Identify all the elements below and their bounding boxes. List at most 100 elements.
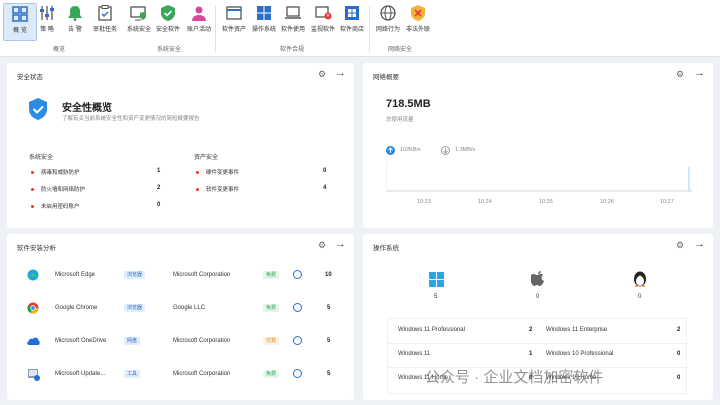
ribbon-button-label: 软件使用 bbox=[280, 27, 305, 33]
ribbon-security-software-button[interactable]: 安全软件 bbox=[151, 3, 185, 41]
dashboard-icon bbox=[12, 6, 28, 22]
arrow-right-icon[interactable]: → bbox=[694, 68, 705, 79]
network-total-value: 718.5MB bbox=[386, 98, 431, 110]
ribbon-group-label: 概览 bbox=[53, 47, 66, 53]
windows-logo-icon bbox=[429, 272, 444, 287]
arrow-right-icon[interactable]: → bbox=[335, 239, 346, 250]
asset-item-value: 4 bbox=[323, 185, 327, 191]
arrow-right-icon[interactable]: → bbox=[694, 239, 705, 250]
os-version-label: Windows 11 Enterprise bbox=[546, 327, 608, 333]
linux-penguin-icon bbox=[634, 271, 646, 287]
store-icon bbox=[345, 6, 359, 20]
status-ring-icon bbox=[293, 303, 302, 312]
status-ring-icon bbox=[293, 270, 302, 279]
chart-time-label: 10:27 bbox=[660, 199, 674, 205]
sys-item-label: 防火墙和网络防护 bbox=[41, 187, 86, 193]
ribbon-button-label: 策 略 bbox=[40, 27, 54, 33]
category-badge: 网盘 bbox=[124, 337, 141, 345]
os-version-value: 1 bbox=[529, 351, 533, 357]
software-vendor: Microsoft Corporation bbox=[173, 371, 231, 377]
user-icon bbox=[192, 6, 206, 21]
ribbon-toolbar: 概 览 策 略 告 警 审批任务 系统安全 安全软件 账户活动 软件资产 操作系… bbox=[0, 0, 720, 57]
ribbon-button-label: 网络行为 bbox=[375, 27, 400, 33]
ribbon-button-label: 监视软件 bbox=[310, 27, 335, 33]
shield-cross-icon bbox=[411, 5, 425, 21]
ribbon-button-label: 操作系统 bbox=[251, 27, 276, 33]
system-security-header: 系统安全 bbox=[29, 155, 54, 161]
software-row[interactable]: Microsoft Edge 浏览器 Microsoft Corporation… bbox=[7, 264, 354, 288]
panel-title: 安全状态 bbox=[17, 74, 43, 81]
software-row[interactable]: Microsoft Update... 工具 Microsoft Corpora… bbox=[7, 363, 354, 387]
linux-count: 0 bbox=[638, 294, 642, 300]
gear-icon[interactable]: ⚙ bbox=[318, 241, 326, 250]
onedrive-icon bbox=[27, 337, 40, 345]
sys-item-value: 2 bbox=[157, 185, 161, 191]
software-name: Microsoft Edge bbox=[55, 272, 96, 278]
software-name: Microsoft Update... bbox=[55, 371, 106, 377]
ribbon-alert-button[interactable]: 告 警 bbox=[58, 3, 92, 41]
software-name: Google Chrome bbox=[55, 305, 98, 311]
laptop-icon bbox=[285, 6, 301, 19]
ribbon-software-assets-button[interactable]: 软件资产 bbox=[217, 3, 251, 41]
sliders-icon bbox=[40, 6, 54, 20]
software-vendor: Microsoft Corporation bbox=[173, 272, 231, 278]
os-version-value: 0 bbox=[677, 375, 681, 381]
arrow-right-icon[interactable]: → bbox=[335, 68, 346, 79]
chart-time-label: 10:24 bbox=[478, 199, 492, 205]
status-dot bbox=[31, 171, 34, 174]
os-version-value: 2 bbox=[529, 327, 533, 333]
ribbon-approval-button[interactable]: 审批任务 bbox=[88, 3, 122, 41]
apple-logo-icon bbox=[531, 271, 544, 286]
ribbon-divider bbox=[215, 6, 216, 52]
monitor-alert-icon bbox=[315, 6, 332, 20]
sys-item-label: 病毒和威胁防护 bbox=[41, 170, 80, 176]
ribbon-button-label: 软件商店 bbox=[339, 27, 364, 33]
chrome-icon bbox=[27, 302, 39, 314]
software-vendor: Google LLC bbox=[173, 305, 206, 311]
globe-icon bbox=[380, 5, 396, 21]
ribbon-illegal-connection-button[interactable]: 非法外联 bbox=[401, 3, 435, 41]
install-count: 10 bbox=[325, 272, 332, 278]
network-summary-panel: 网络概要 ⚙ → 718.5MB 总使用流量 102KB/s 1.3MB/s 1… bbox=[363, 63, 713, 228]
upload-rate: 102KB/s bbox=[400, 147, 421, 153]
sys-item-value: 1 bbox=[157, 168, 161, 174]
os-version-value: 2 bbox=[677, 327, 681, 333]
license-badge: 免费 bbox=[263, 370, 280, 378]
install-count: 5 bbox=[327, 371, 331, 377]
gear-icon[interactable]: ⚙ bbox=[318, 70, 326, 79]
sys-item-value: 0 bbox=[157, 202, 161, 208]
software-row[interactable]: Google Chrome 浏览器 Google LLC 免费 5 bbox=[7, 297, 354, 321]
ribbon-software-store-button[interactable]: 软件商店 bbox=[335, 3, 369, 41]
windows-logo-icon bbox=[257, 6, 271, 20]
install-count: 5 bbox=[327, 305, 331, 311]
software-name: Microsoft OneDrive bbox=[55, 338, 107, 344]
sys-item-label: 未启用密码账户 bbox=[41, 204, 80, 210]
monitor-shield-icon bbox=[130, 6, 146, 21]
chart-time-label: 10:25 bbox=[539, 199, 553, 205]
edge-icon bbox=[27, 269, 39, 281]
software-install-panel: 软件安装分析 ⚙ → Microsoft Edge 浏览器 Microsoft … bbox=[7, 234, 354, 400]
ribbon-network-behavior-button[interactable]: 网络行为 bbox=[371, 3, 405, 41]
watermark-text: 公众号 · 企业文档加密软件 bbox=[425, 369, 604, 386]
ribbon-button-label: 告 警 bbox=[68, 27, 82, 33]
ribbon-software-usage-button[interactable]: 软件使用 bbox=[276, 3, 310, 41]
ribbon-group-label: 系统安全 bbox=[157, 47, 182, 53]
gear-icon[interactable]: ⚙ bbox=[676, 241, 684, 250]
update-icon bbox=[28, 369, 40, 381]
asset-item-label: 硬件变更事件 bbox=[206, 170, 240, 176]
security-status-panel: 安全状态 ⚙ → 安全性概览 了解有关当前系统安全性和资产变更情况的简短概要报告… bbox=[7, 63, 354, 228]
asset-security-header: 资产安全 bbox=[194, 155, 219, 161]
apple-count: 0 bbox=[536, 294, 540, 300]
software-row[interactable]: Microsoft OneDrive 网盘 Microsoft Corporat… bbox=[7, 330, 354, 354]
asset-item-value: 0 bbox=[323, 168, 327, 174]
status-ring-icon bbox=[293, 336, 302, 345]
ribbon-button-label: 系统安全 bbox=[126, 27, 151, 33]
license-badge: 付费 bbox=[263, 337, 280, 345]
upload-icon bbox=[386, 146, 395, 155]
ribbon-account-activity-button[interactable]: 账户活动 bbox=[182, 3, 216, 41]
gear-icon[interactable]: ⚙ bbox=[676, 70, 684, 79]
install-count: 5 bbox=[327, 338, 331, 344]
category-badge: 工具 bbox=[124, 370, 141, 378]
license-badge: 免费 bbox=[263, 271, 280, 279]
os-version-value: 0 bbox=[677, 351, 681, 357]
